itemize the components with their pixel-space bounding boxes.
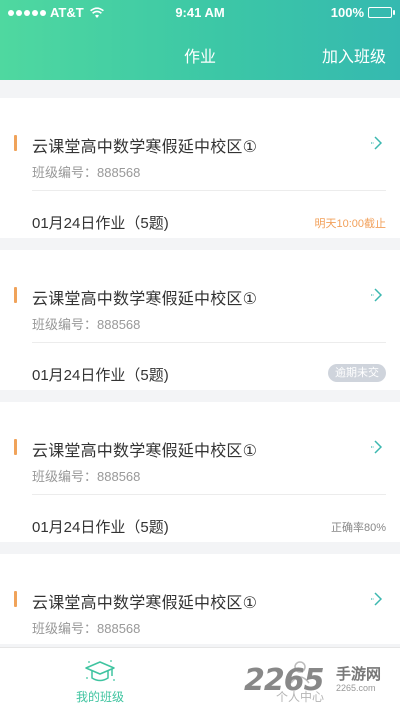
divider bbox=[32, 342, 386, 343]
arrow-right-icon[interactable] bbox=[370, 135, 386, 151]
arrow-right-icon[interactable] bbox=[370, 439, 386, 455]
deadline-label: 明天10:00截止 bbox=[314, 218, 386, 230]
tab-my-class[interactable]: 我的班级 bbox=[0, 648, 200, 711]
status-bar: AT&T 9:41 AM 100% bbox=[0, 0, 400, 24]
title-marker bbox=[14, 591, 17, 607]
join-class-button[interactable]: 加入班级 bbox=[322, 43, 386, 67]
watermark-text: 手游网 bbox=[336, 666, 382, 683]
homework-title[interactable]: 01月24日作业（5题) bbox=[32, 516, 169, 537]
class-name: 云课堂高中数学寒假延中校区① bbox=[32, 139, 258, 156]
homework-list[interactable]: 云课堂高中数学寒假延中校区① 班级编号：888568 01月24日作业（5题) … bbox=[0, 80, 400, 647]
graduation-cap-icon bbox=[85, 660, 115, 682]
homework-card[interactable]: 云课堂高中数学寒假延中校区① 班级编号：888568 01月24日作业（5题) … bbox=[0, 98, 400, 238]
arrow-right-icon[interactable] bbox=[370, 591, 386, 607]
tab-label: 我的班级 bbox=[75, 690, 124, 704]
header: AT&T 9:41 AM 100% 作业 加入班级 bbox=[0, 0, 400, 80]
overdue-badge: 逾期未交 bbox=[328, 364, 386, 382]
homework-card[interactable]: 云课堂高中数学寒假延中校区① 班级编号：888568 bbox=[0, 554, 400, 644]
class-name: 云课堂高中数学寒假延中校区① bbox=[32, 291, 258, 308]
class-code: 班级编号：888568 bbox=[32, 469, 141, 484]
title-marker bbox=[14, 135, 17, 151]
homework-card[interactable]: 云课堂高中数学寒假延中校区① 班级编号：888568 01月24日作业（5题) … bbox=[0, 250, 400, 390]
title-marker bbox=[14, 287, 17, 303]
battery-label: 100% bbox=[330, 5, 364, 20]
class-code: 班级编号：888568 bbox=[32, 165, 141, 180]
accuracy-label: 正确率80% bbox=[330, 522, 386, 534]
title-marker bbox=[14, 439, 17, 455]
class-name: 云课堂高中数学寒假延中校区① bbox=[32, 595, 258, 612]
class-name: 云课堂高中数学寒假延中校区① bbox=[32, 443, 258, 460]
battery-icon bbox=[368, 7, 395, 18]
class-code: 班级编号：888568 bbox=[32, 317, 141, 332]
arrow-right-icon[interactable] bbox=[370, 287, 386, 303]
divider bbox=[32, 190, 386, 191]
homework-title[interactable]: 01月24日作业（5题) bbox=[32, 212, 169, 233]
homework-title[interactable]: 01月24日作业（5题) bbox=[32, 364, 169, 385]
homework-card[interactable]: 云课堂高中数学寒假延中校区① 班级编号：888568 01月24日作业（5题) … bbox=[0, 402, 400, 542]
watermark-logo: 2265 手游网 2265.com bbox=[244, 655, 394, 705]
status-right: 100% bbox=[330, 5, 395, 20]
watermark-number: 2265 bbox=[244, 663, 324, 698]
class-code: 班级编号：888568 bbox=[32, 621, 141, 636]
divider bbox=[32, 494, 386, 495]
watermark-url: 2265.com bbox=[336, 683, 376, 693]
